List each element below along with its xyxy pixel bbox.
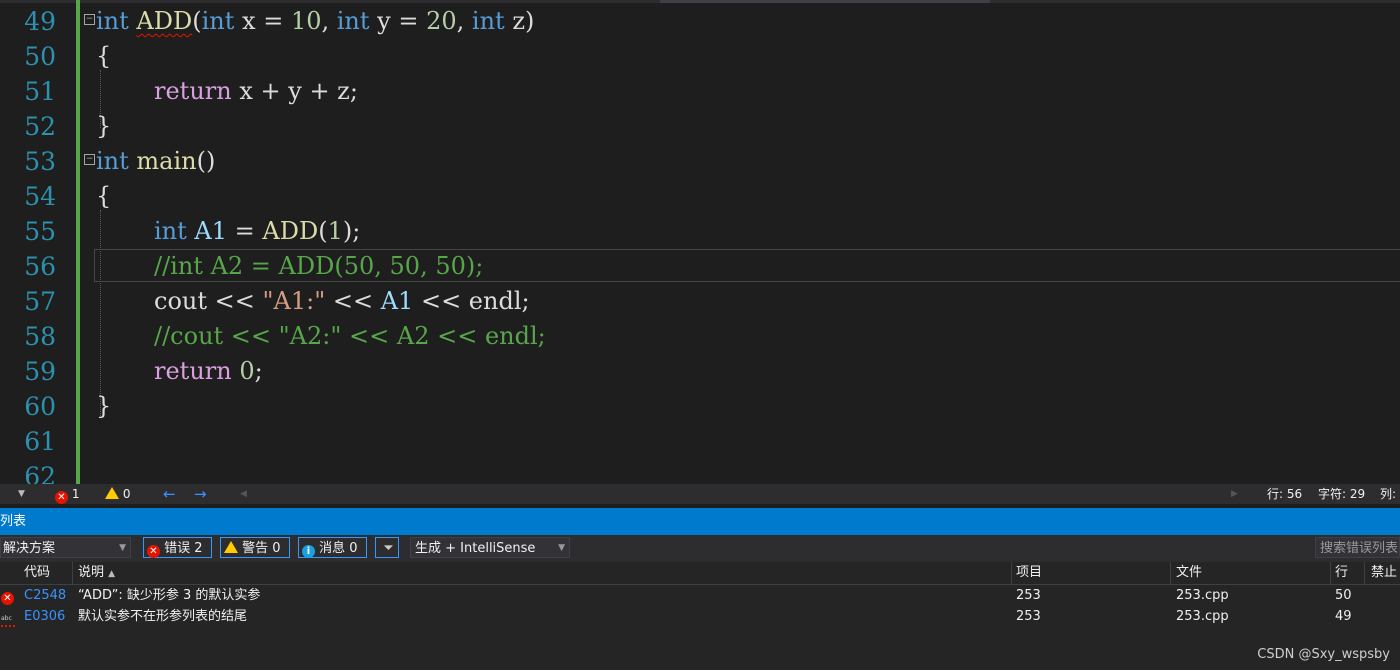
panel-title: 列表 xyxy=(0,514,27,529)
code-comment: //int A2 = ADD(50, 50, 50); xyxy=(154,252,484,280)
scroll-left-icon[interactable]: ◀ xyxy=(240,484,247,504)
code-text: } xyxy=(96,392,112,420)
error-list-title-bar[interactable]: 列表 xyxy=(0,508,1400,535)
error-file: 253.cpp xyxy=(1176,588,1229,603)
error-code-link[interactable]: E0306 xyxy=(24,606,65,627)
warning-count[interactable]: 0 xyxy=(105,484,130,504)
error-project: 253 xyxy=(1016,609,1041,624)
code-line[interactable]: 50 { xyxy=(0,39,1400,74)
column-indicator: 列: xyxy=(1380,487,1397,501)
code-text: int A1 = ADD(1); xyxy=(154,217,361,245)
watermark: CSDN @Sxy_wspsby xyxy=(1257,647,1390,662)
code-line[interactable]: 52 } xyxy=(0,109,1400,144)
error-code-link[interactable]: C2548 xyxy=(24,585,66,606)
scroll-right-icon[interactable]: ▶ xyxy=(1231,484,1238,504)
nav-forward-icon[interactable]: → xyxy=(194,484,207,504)
error-list-toolbar: 解决方案 ▼ ✕ 错误 2 警告 0 i 消息 0 ⏷ 生成 + IntelliS… xyxy=(0,535,1400,562)
line-number: 55 xyxy=(24,217,56,246)
code-line[interactable]: 61 xyxy=(0,424,1400,459)
chevron-down-icon: ▼ xyxy=(558,543,565,553)
line-number: 51 xyxy=(24,77,56,106)
line-number: 58 xyxy=(24,322,56,351)
code-comment: //cout << "A2:" << A2 << endl; xyxy=(154,322,546,350)
column-header-line[interactable]: 行 xyxy=(1335,562,1348,584)
line-number: 59 xyxy=(24,357,56,386)
code-line[interactable]: 59 return 0; xyxy=(0,354,1400,389)
error-icon: ✕ xyxy=(1,585,14,606)
error-icon: ✕ xyxy=(55,491,68,504)
code-line[interactable]: 58 //cout << "A2:" << A2 << endl; xyxy=(0,319,1400,354)
chevron-down-icon[interactable]: ▼ xyxy=(18,484,25,504)
editor-status-strip: ▼ ✕ 1 0 ← → ◀ ▶ 行: 56 字符: 29 列: xyxy=(0,484,1400,504)
code-line[interactable]: 56 //int A2 = ADD(50, 50, 50); xyxy=(0,249,1400,284)
code-line[interactable]: 57 cout << "A1:" << A1 << endl; xyxy=(0,284,1400,319)
line-number: 62 xyxy=(24,462,56,484)
code-line[interactable]: 60 } xyxy=(0,389,1400,424)
table-row[interactable]: abc E0306 默认实参不在形参列表的结尾 253 253.cpp 49 xyxy=(0,606,1400,627)
code-text: return x + y + z; xyxy=(154,77,358,105)
code-line[interactable]: 54 { xyxy=(0,179,1400,214)
error-description: 默认实参不在形参列表的结尾 xyxy=(78,609,248,624)
column-header-code[interactable]: 代码 xyxy=(24,562,50,584)
scope-dropdown[interactable]: 解决方案 ▼ xyxy=(0,537,131,558)
info-icon: i xyxy=(302,545,315,558)
error-line: 49 xyxy=(1335,609,1352,624)
code-editor[interactable]: − − 49 int ADD(int x = 10, int y = 20, i… xyxy=(0,0,1400,484)
warnings-filter-button[interactable]: 警告 0 xyxy=(220,537,290,558)
code-text: { xyxy=(96,42,112,70)
chevron-down-icon: ▼ xyxy=(119,543,126,553)
sort-ascending-icon: ▲ xyxy=(108,569,116,579)
line-indicator: 行: 56 xyxy=(1267,487,1303,501)
error-list-rows: ✕ C2548 “ADD”: 缺少形参 3 的默认实参 253 253.cpp … xyxy=(0,585,1400,670)
table-row[interactable]: ✕ C2548 “ADD”: 缺少形参 3 的默认实参 253 253.cpp … xyxy=(0,585,1400,606)
line-number: 49 xyxy=(24,7,56,36)
code-text: cout << "A1:" << A1 << endl; xyxy=(154,287,530,315)
code-text: int ADD(int x = 10, int y = 20, int z) xyxy=(96,7,535,35)
error-icon: ✕ xyxy=(147,545,160,558)
warning-icon xyxy=(105,487,119,499)
messages-filter-button[interactable]: i 消息 0 xyxy=(298,537,367,558)
code-line[interactable]: 49 int ADD(int x = 10, int y = 20, int z… xyxy=(0,4,1400,39)
line-number: 60 xyxy=(24,392,56,421)
error-file: 253.cpp xyxy=(1176,609,1229,624)
code-text: { xyxy=(96,182,112,210)
errors-filter-button[interactable]: ✕ 错误 2 xyxy=(143,537,212,558)
error-count[interactable]: ✕ 1 xyxy=(55,484,79,504)
column-header-description[interactable]: 说明 ▲ xyxy=(78,562,115,585)
line-number: 57 xyxy=(24,287,56,316)
code-text: return 0; xyxy=(154,357,263,385)
editor-top-border xyxy=(0,0,1400,3)
nav-back-icon[interactable]: ← xyxy=(163,484,176,504)
line-number: 61 xyxy=(24,427,56,456)
line-number: 50 xyxy=(24,42,56,71)
column-header-project[interactable]: 项目 xyxy=(1016,562,1042,584)
error-description: “ADD”: 缺少形参 3 的默认实参 xyxy=(78,588,261,603)
code-line[interactable]: 62 xyxy=(0,459,1400,484)
code-text: } xyxy=(96,112,112,140)
column-header-suppress[interactable]: 禁止 xyxy=(1371,562,1397,584)
line-number: 56 xyxy=(24,252,56,281)
build-source-dropdown[interactable]: 生成 + IntelliSense ▼ xyxy=(410,537,570,558)
filter-icon[interactable]: ⏷ xyxy=(375,537,399,558)
line-number: 53 xyxy=(24,147,56,176)
line-number: 52 xyxy=(24,112,56,141)
line-number: 54 xyxy=(24,182,56,211)
column-header-file[interactable]: 文件 xyxy=(1176,562,1202,584)
intellisense-icon: abc xyxy=(1,606,15,627)
error-line: 50 xyxy=(1335,588,1352,603)
warning-icon xyxy=(224,541,238,553)
search-error-list-input[interactable]: 搜索错误列表 xyxy=(1315,537,1400,558)
code-text: int main() xyxy=(96,147,216,175)
error-project: 253 xyxy=(1016,588,1041,603)
code-line[interactable]: 51 return x + y + z; xyxy=(0,74,1400,109)
char-indicator: 字符: 29 xyxy=(1318,487,1366,501)
code-line[interactable]: 53 int main() xyxy=(0,144,1400,179)
error-list-header: 代码 说明 ▲ 项目 文件 行 禁止 xyxy=(0,562,1400,585)
code-line[interactable]: 55 int A1 = ADD(1); xyxy=(0,214,1400,249)
